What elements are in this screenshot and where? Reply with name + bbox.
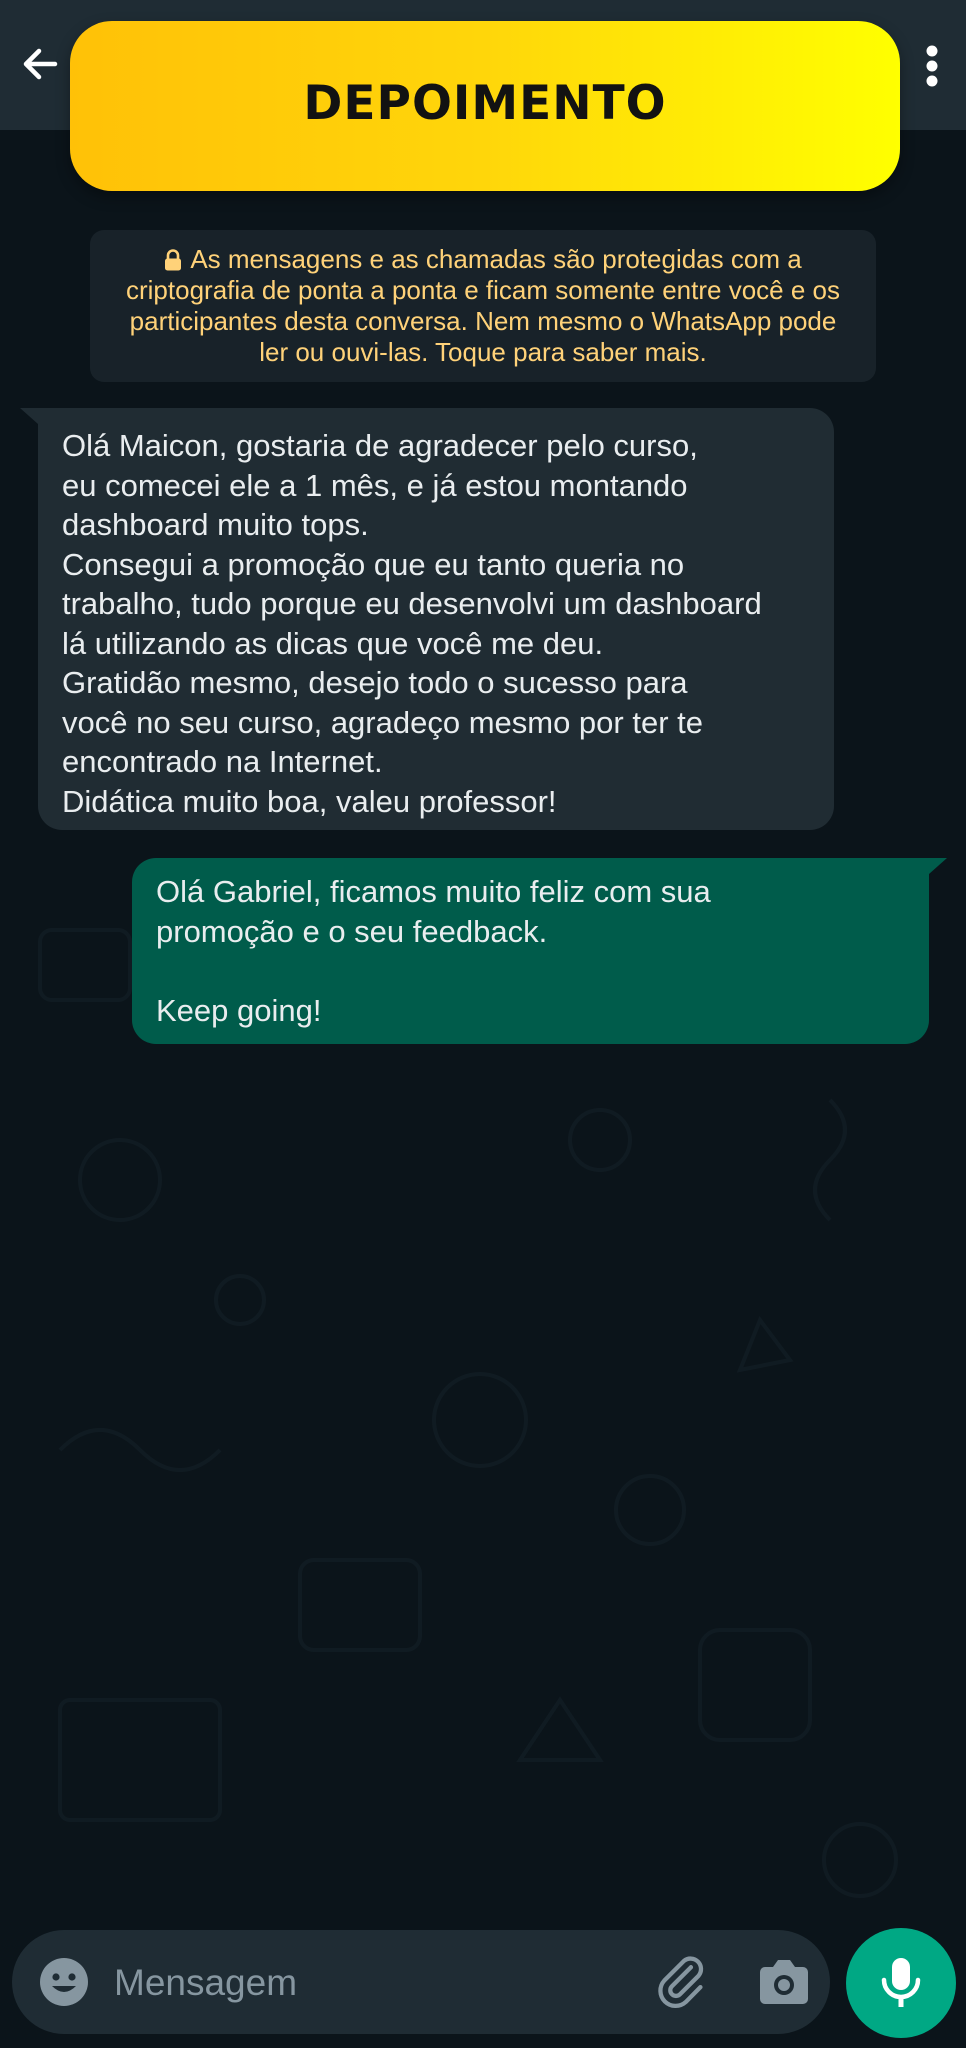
message-line: eu comecei ele a 1 mês, e já estou monta… (62, 467, 688, 503)
banner-title: DEPOIMENTO (303, 75, 667, 131)
encryption-notice[interactable]: As mensagens e as chamadas são protegida… (90, 230, 876, 382)
message-line: encontrado na Internet. (62, 744, 383, 779)
notice-line: As mensagens e as chamadas são protegida… (108, 244, 858, 275)
incoming-message-bubble[interactable]: Olá Maicon, gostaria de agradecer pelo c… (20, 408, 834, 830)
bubble-tail (929, 858, 947, 874)
voice-message-button[interactable] (846, 1928, 956, 2038)
message-line: Gratidão mesmo, desejo todo o sucesso pa… (62, 665, 688, 700)
lock-icon (165, 249, 182, 271)
paperclip-icon[interactable] (652, 1952, 712, 2012)
camera-icon[interactable] (756, 1956, 812, 2008)
message-line: Olá Gabriel, ficamos muito feliz com sua (156, 874, 711, 909)
back-button[interactable] (14, 38, 66, 90)
message-line: lá utilizando as dicas que você me deu. (62, 625, 604, 661)
message-line: você no seu curso, agradeço mesmo por te… (62, 704, 703, 740)
message-line: Keep going! (156, 992, 322, 1028)
notice-line: ler ou ouvi-las. Toque para saber mais. (259, 337, 707, 367)
microphone-icon (881, 1958, 921, 2007)
message-line: Consegui a promoção que eu tanto queria … (62, 546, 685, 582)
bubble-tail (20, 408, 38, 424)
arrow-left-icon (23, 48, 58, 80)
notice-line: participantes desta conversa. Nem mesmo … (129, 306, 837, 336)
message-line: trabalho, tudo porque eu desenvolvi um d… (62, 586, 762, 621)
message-line: Olá Maicon, gostaria de agradecer pelo c… (62, 428, 698, 463)
more-vertical-icon (926, 45, 938, 87)
more-options-button[interactable] (918, 44, 946, 88)
message-line: promoção e o seu feedback. (156, 913, 548, 949)
message-input[interactable] (112, 1948, 636, 2018)
message-composer (12, 1930, 830, 2034)
message-line: Didática muito boa, valeu professor! (62, 783, 557, 819)
message-line: dashboard muito tops. (62, 507, 369, 542)
emoji-icon[interactable] (38, 1956, 90, 2008)
notice-text: As mensagens e as chamadas são protegida… (190, 244, 802, 274)
notice-line: criptografia de ponta a ponta e ficam so… (126, 275, 840, 305)
outgoing-message-bubble[interactable]: Olá Gabriel, ficamos muito feliz com sua… (132, 858, 947, 1044)
title-banner: DEPOIMENTO (70, 21, 900, 191)
